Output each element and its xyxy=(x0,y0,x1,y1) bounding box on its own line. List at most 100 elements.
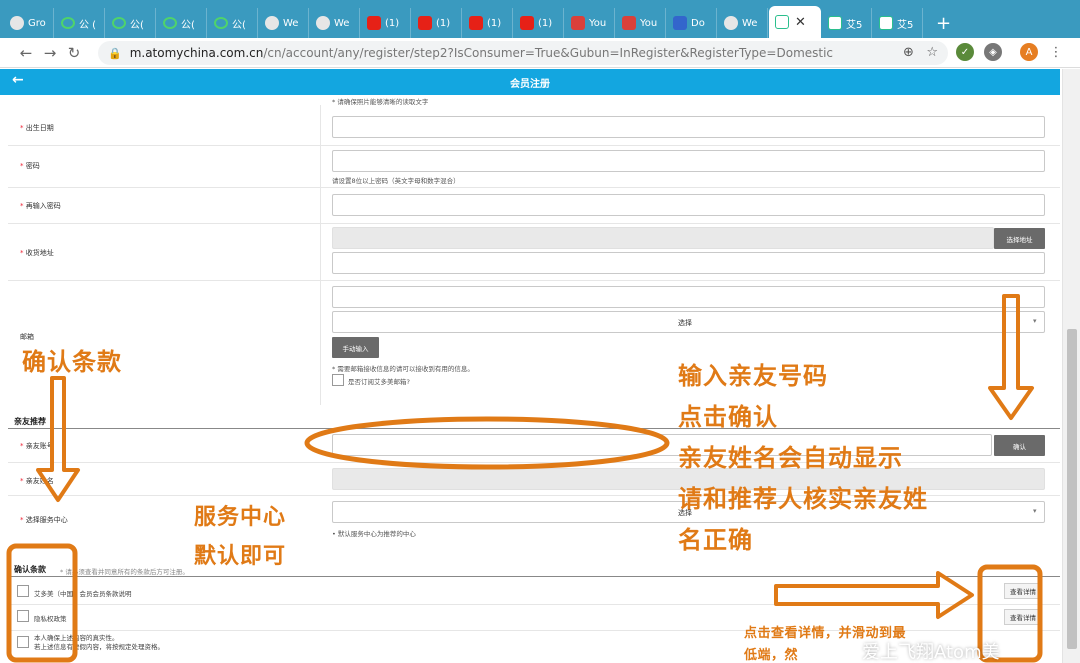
address-detail-field[interactable] xyxy=(332,252,1045,274)
watermark: 爱上飞翔Atom美 xyxy=(862,642,1000,663)
globe-icon xyxy=(265,16,279,30)
browser-tab[interactable]: (1) xyxy=(412,8,462,38)
browser-tab-label: You xyxy=(640,17,658,29)
extension-icon[interactable]: ✓ xyxy=(956,43,974,61)
password-label: * 密码 xyxy=(20,162,40,170)
browser-tab[interactable]: 公( xyxy=(208,8,258,38)
browser-tab[interactable]: We xyxy=(259,8,309,38)
terms-checkbox-privacy[interactable] xyxy=(17,610,29,622)
terms-label-privacy: 隐私权政策 xyxy=(34,615,67,623)
chevron-down-icon: ▾ xyxy=(1033,317,1037,325)
site-icon xyxy=(828,16,842,30)
scrollbar-thumb[interactable] xyxy=(1067,329,1077,649)
browser-tab-strip: Gro 公 (公(公(公(We We (1) (1) (1) (1) You You Do We ✕ 艾… xyxy=(0,0,1080,38)
back-arrow-icon[interactable]: ← xyxy=(12,72,24,88)
youtube-icon xyxy=(367,16,381,30)
annotation-enter-number-2: 点击确认 xyxy=(678,402,778,431)
browser-tab-label: Do xyxy=(691,17,705,29)
browser-tab-label: We xyxy=(334,17,350,29)
photo-hint: * 请确保照片能够清晰的读取文字 xyxy=(332,98,429,106)
annotation-confirm-terms: 确认条款 xyxy=(22,347,122,376)
globe-icon xyxy=(316,16,330,30)
row-divider xyxy=(8,604,1060,605)
lock-icon: 🔒 xyxy=(108,46,122,60)
email-label: 邮箱 xyxy=(20,333,34,341)
annotation-service-1: 服务中心 xyxy=(194,504,287,530)
page-scrollbar[interactable] xyxy=(1062,69,1080,663)
password-confirm-label: * 再输入密码 xyxy=(20,202,61,210)
address-bar[interactable]: 🔒 m.atomychina.com.cn/cn/account/any/reg… xyxy=(98,41,948,65)
browser-tab-label: You xyxy=(589,17,607,29)
back-icon[interactable]: ← xyxy=(14,44,38,62)
terms-label-membership: 艾多美（中国）会员会员条款说明 xyxy=(34,590,132,598)
zoom-icon[interactable]: ⊕ ☆ xyxy=(903,45,938,60)
reload-icon[interactable]: ↻ xyxy=(62,44,86,62)
screenshot-root: Gro 公 (公(公(公(We We (1) (1) (1) (1) You You Do We ✕ 艾… xyxy=(0,0,1080,663)
download-icon xyxy=(571,16,585,30)
section-divider xyxy=(8,428,1060,429)
birth-date-label: * 出生日期 xyxy=(20,124,54,132)
column-divider xyxy=(320,105,321,405)
browser-tab[interactable]: 公( xyxy=(106,8,156,38)
row-divider xyxy=(8,187,1060,188)
page-header: ← 会员注册 xyxy=(0,69,1060,95)
email-subscribe-label: 是否订阅艾多美邮箱? xyxy=(348,378,410,386)
view-details-button[interactable]: 查看详情 xyxy=(1004,583,1042,599)
browser-tab[interactable]: We xyxy=(718,8,768,38)
browser-tab[interactable]: You xyxy=(616,8,666,38)
email-field[interactable] xyxy=(332,286,1045,308)
browser-tab[interactable]: Do xyxy=(667,8,717,38)
email-domain-select[interactable]: 选择 ▾ xyxy=(332,311,1045,333)
service-center-label: * 选择服务中心 xyxy=(20,516,68,524)
browser-tab[interactable]: (1) xyxy=(463,8,513,38)
new-tab-button[interactable]: + xyxy=(936,13,951,38)
browser-tab-label: (1) xyxy=(385,17,400,29)
youtube-icon xyxy=(418,16,432,30)
page-title: 会员注册 xyxy=(510,78,550,90)
address-label: * 收货地址 xyxy=(20,249,54,257)
terms-label-truth: 本人确保上述内容的真实性。 若上述信息有虚假内容，将按规定处理资格。 xyxy=(34,634,164,651)
browser-tab[interactable]: 公 ( xyxy=(55,8,105,38)
view-details-button[interactable]: 查看详情 xyxy=(1004,609,1042,625)
annotation-service-2: 默认即可 xyxy=(194,543,287,569)
browser-tab[interactable]: 公( xyxy=(157,8,207,38)
email-hint: * 需要邮箱接收信息的请可以接收到有用的信息。 xyxy=(332,365,474,373)
browser-tab[interactable]: You xyxy=(565,8,615,38)
browser-tab-label: We xyxy=(283,17,299,29)
password-confirm-field[interactable] xyxy=(332,194,1045,216)
download-icon xyxy=(622,16,636,30)
browser-tab-label: 公( xyxy=(232,19,246,31)
wechat-icon xyxy=(61,17,75,29)
terms-section-title: 确认条款 xyxy=(14,565,46,574)
menu-icon[interactable]: ⋮ xyxy=(1047,43,1065,61)
browser-tab[interactable]: 艾5 xyxy=(822,8,872,38)
forward-icon[interactable]: → xyxy=(38,44,62,62)
referrer-section-title: 亲友推荐 xyxy=(14,417,46,426)
browser-tab[interactable]: (1) xyxy=(514,8,564,38)
browser-tab[interactable]: (1) xyxy=(361,8,411,38)
annotation-enter-number-3: 亲友姓名会自动显示 xyxy=(678,443,903,472)
browser-tab[interactable]: Gro xyxy=(4,8,54,38)
youtube-icon xyxy=(469,16,483,30)
birth-date-field[interactable] xyxy=(332,116,1045,138)
referrer-confirm-button[interactable]: 确认 xyxy=(994,435,1045,456)
terms-checkbox-truth[interactable] xyxy=(17,636,29,648)
manual-input-button[interactable]: 手动输入 xyxy=(332,337,379,358)
email-subscribe-checkbox[interactable] xyxy=(332,374,344,386)
annotation-view-details-2: 低端，然 xyxy=(744,648,799,663)
extension-icon[interactable]: ◈ xyxy=(984,43,1002,61)
profile-avatar[interactable]: A xyxy=(1020,43,1038,61)
close-tab-icon[interactable]: ✕ xyxy=(795,15,806,30)
terms-checkbox-membership[interactable] xyxy=(17,585,29,597)
row-divider xyxy=(8,280,1060,281)
browser-tab[interactable]: 艾5 xyxy=(873,8,923,38)
browser-tab-label: (1) xyxy=(538,17,553,29)
choose-address-button[interactable]: 选择地址 xyxy=(994,228,1045,249)
url-host: m.atomychina.com.cn xyxy=(129,46,264,60)
referrer-number-label: * 亲友账号 xyxy=(20,442,54,450)
browser-tab-active[interactable]: ✕ xyxy=(769,6,821,38)
browser-tab-label: 公 ( xyxy=(79,19,97,31)
password-field[interactable] xyxy=(332,150,1045,172)
browser-tab[interactable]: We xyxy=(310,8,360,38)
row-divider xyxy=(8,145,1060,146)
